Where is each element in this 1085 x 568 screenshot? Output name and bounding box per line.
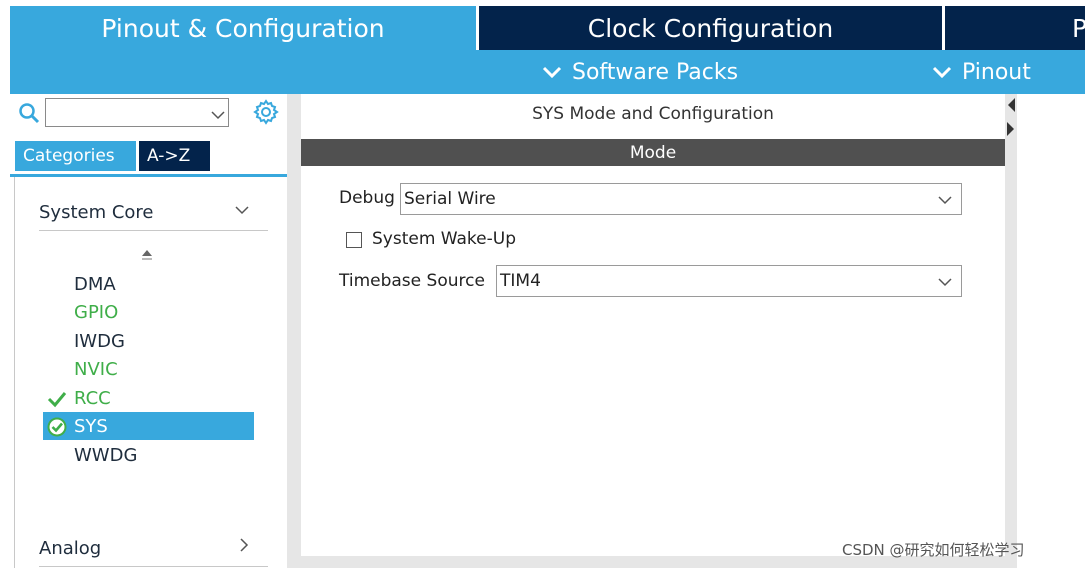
list-item-rcc[interactable]: RCC xyxy=(43,384,254,412)
mode-section-header[interactable]: Mode xyxy=(301,139,1005,166)
timebase-source-label: Timebase Source xyxy=(339,271,485,291)
group-system-core[interactable]: System Core xyxy=(39,194,154,230)
pinout-label: Pinout xyxy=(962,59,1031,85)
chevron-down-icon xyxy=(938,196,952,205)
peripheral-label: RCC xyxy=(74,387,111,409)
list-item-sys[interactable]: SYS xyxy=(43,412,254,440)
list-item-gpio[interactable]: GPIO xyxy=(43,298,254,326)
list-item-dma[interactable]: DMA xyxy=(43,270,254,298)
peripheral-label: WWDG xyxy=(74,444,138,466)
sub-menu-bar: Software Packs Pinout xyxy=(10,50,1085,94)
peripheral-label: DMA xyxy=(74,273,116,295)
sys-configuration-panel: SYS Mode and Configuration Mode Debug Se… xyxy=(301,94,1005,568)
divider xyxy=(39,566,268,567)
divider xyxy=(39,230,268,231)
peripheral-label: NVIC xyxy=(74,358,118,380)
debug-label: Debug xyxy=(339,188,395,208)
pinout-menu[interactable]: Pinout xyxy=(930,50,1031,94)
list-item-wwdg[interactable]: WWDG xyxy=(43,441,254,469)
chevron-down-icon[interactable] xyxy=(210,107,226,123)
peripheral-label: SYS xyxy=(74,415,108,437)
top-tab-bar: Pinout & Configuration Clock Configurati… xyxy=(0,0,1085,50)
system-wakeup-label: System Wake-Up xyxy=(372,229,517,249)
group-analog[interactable]: Analog xyxy=(39,530,101,566)
watermark: CSDN @研究如何轻松学习 xyxy=(842,541,1025,559)
debug-select[interactable]: Serial Wire xyxy=(400,183,962,215)
tab-pinout-configuration[interactable]: Pinout & Configuration xyxy=(10,6,476,50)
page-title: SYS Mode and Configuration xyxy=(532,104,774,124)
software-packs-menu[interactable]: Software Packs xyxy=(540,50,738,94)
check-circle-icon xyxy=(47,417,67,437)
chevron-down-icon xyxy=(932,66,952,79)
tab-a-z[interactable]: A->Z xyxy=(139,141,210,171)
panel-splitter[interactable] xyxy=(287,94,301,568)
timebase-source-value: TIM4 xyxy=(500,271,541,291)
chevron-down-icon xyxy=(938,278,952,287)
debug-value: Serial Wire xyxy=(404,189,496,209)
search-input[interactable] xyxy=(45,98,229,127)
timebase-source-select[interactable]: TIM4 xyxy=(496,265,962,297)
system-wakeup-checkbox[interactable] xyxy=(346,232,362,248)
categories-panel: Categories A->Z System Core DMA GPIO IWD… xyxy=(10,94,287,568)
tab-clock-configuration[interactable]: Clock Configuration xyxy=(479,6,942,50)
collapse-left-icon[interactable] xyxy=(1006,97,1016,113)
search-icon[interactable] xyxy=(18,102,40,124)
gear-icon[interactable] xyxy=(253,99,279,125)
list-item-nvic[interactable]: NVIC xyxy=(43,355,254,383)
software-packs-label: Software Packs xyxy=(572,59,739,85)
chevron-down-icon xyxy=(542,66,562,79)
check-icon xyxy=(47,392,67,408)
chevron-right-icon[interactable] xyxy=(236,537,252,553)
peripheral-label: GPIO xyxy=(74,301,119,323)
peripheral-label: IWDG xyxy=(74,330,125,352)
tab-project-manager[interactable]: P xyxy=(945,6,1085,50)
chevron-down-icon[interactable] xyxy=(234,202,250,218)
collapse-right-icon[interactable] xyxy=(1006,121,1016,137)
right-splitter[interactable] xyxy=(1005,94,1017,568)
sort-icon[interactable] xyxy=(140,248,154,266)
list-item-iwdg[interactable]: IWDG xyxy=(43,327,254,355)
tab-categories[interactable]: Categories xyxy=(15,141,136,171)
